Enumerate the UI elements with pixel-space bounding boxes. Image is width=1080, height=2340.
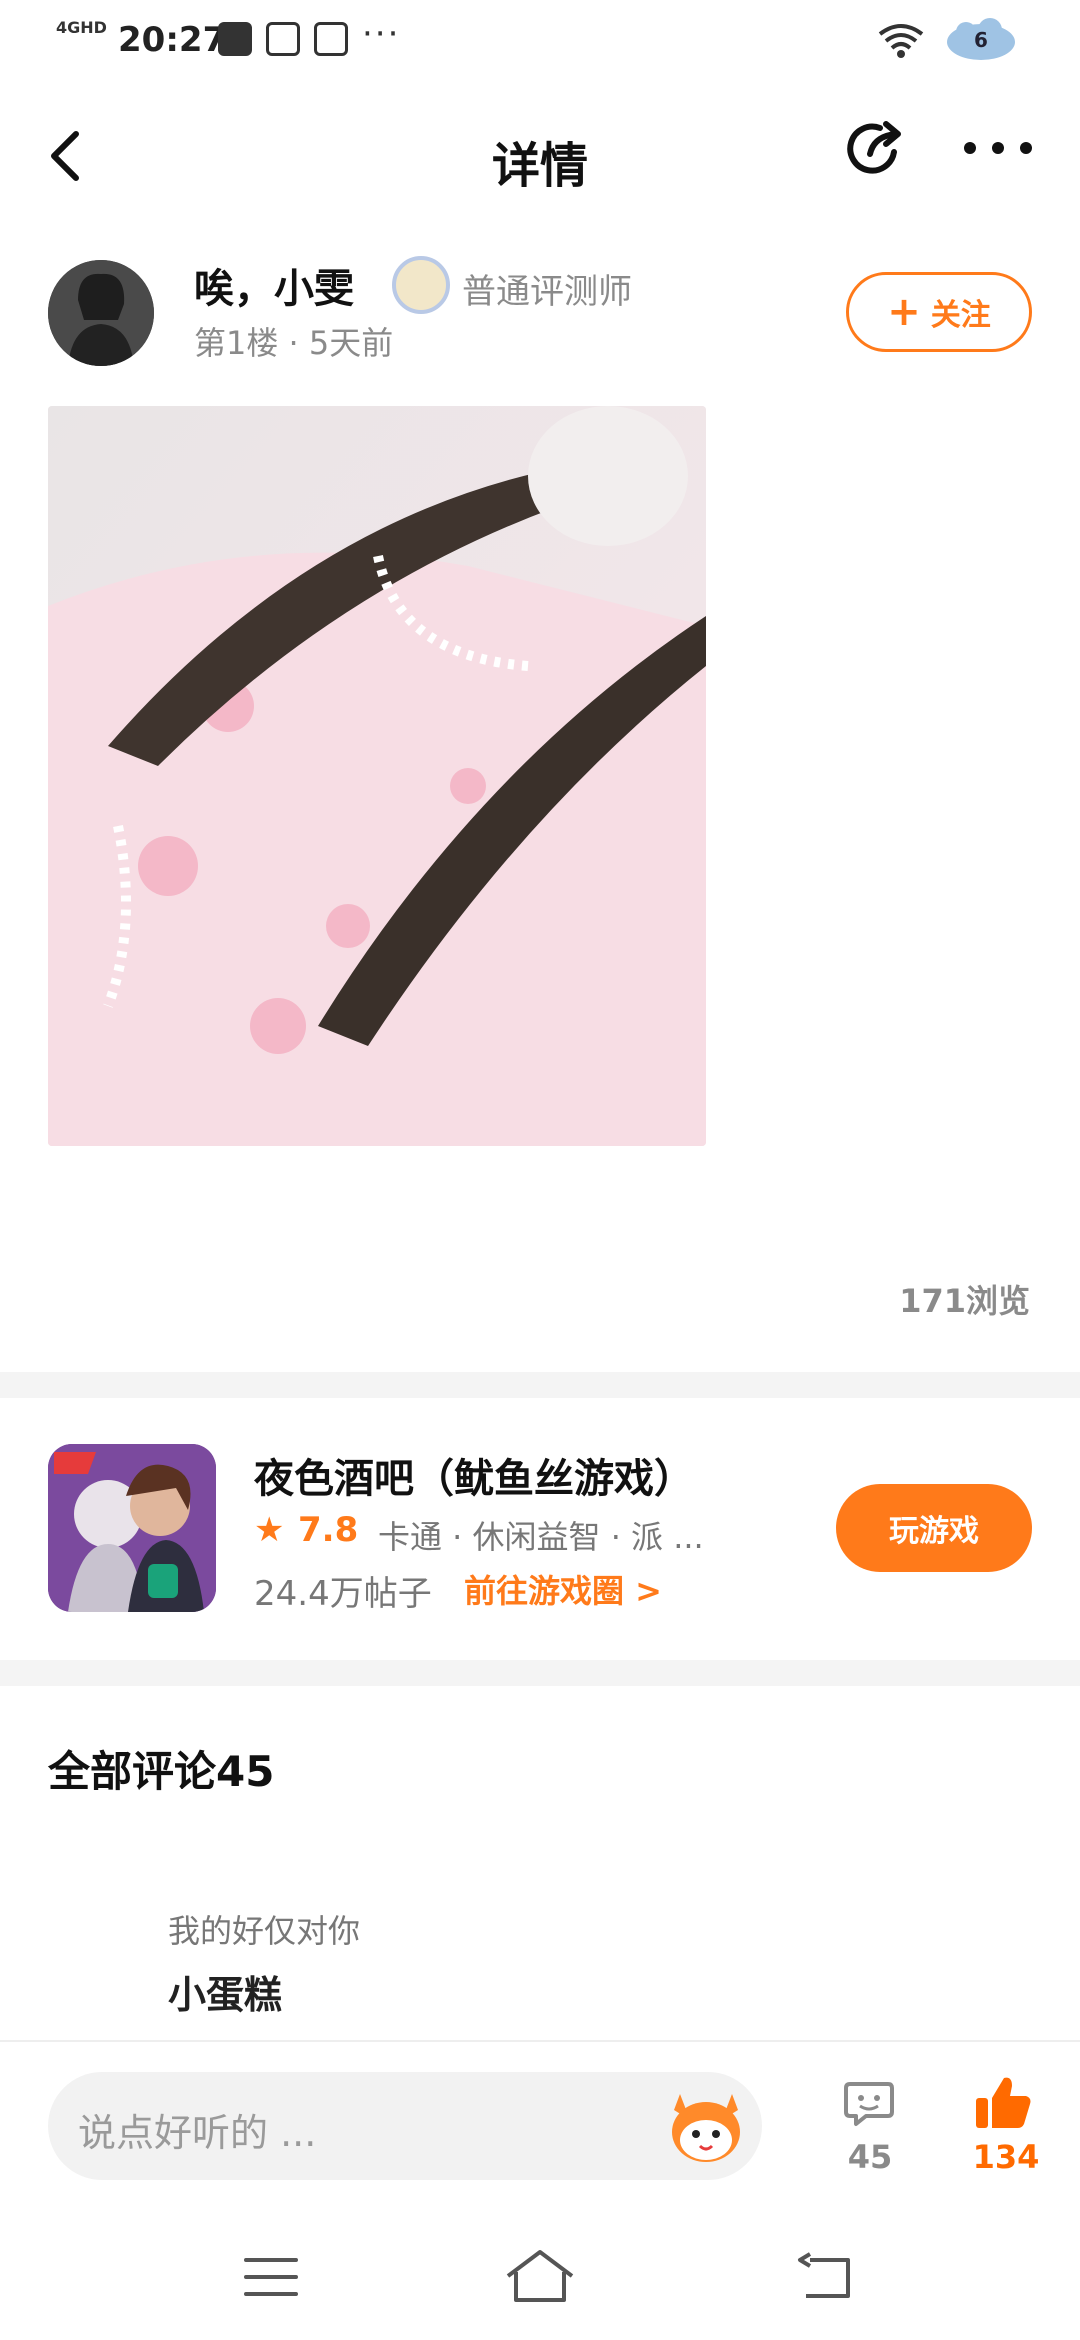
sim-notification-icon: [266, 22, 300, 56]
recent-apps-icon[interactable]: [244, 2256, 298, 2298]
author-badge-label: 普通评测师: [462, 272, 632, 312]
comment-icon[interactable]: [842, 2076, 896, 2130]
comment-reply-text: 我的好仅对你: [168, 1912, 361, 1950]
play-game-button[interactable]: 玩游戏: [836, 1484, 1032, 1572]
post-image[interactable]: [48, 406, 706, 1146]
thumbs-up-icon[interactable]: [974, 2074, 1032, 2132]
like-count: 134: [972, 2138, 1040, 2176]
view-count: 171浏览: [899, 1282, 1030, 1320]
top-nav-bar: 详情: [0, 90, 1080, 220]
plus-icon: +: [887, 289, 921, 335]
system-back-icon[interactable]: [796, 2252, 852, 2300]
battery-level: 6: [974, 28, 988, 52]
more-options-icon[interactable]: [958, 128, 1038, 168]
wifi-icon: [878, 24, 924, 58]
emoji-mascot-icon[interactable]: [666, 2090, 746, 2164]
game-circle-link[interactable]: 前往游戏圈 >: [464, 1566, 662, 1612]
game-rating: 7.8: [298, 1510, 359, 1550]
share-icon[interactable]: [840, 114, 910, 184]
more-notifications-icon: ···: [362, 14, 401, 54]
author-avatar[interactable]: [48, 260, 154, 366]
star-icon: ★: [254, 1510, 285, 1550]
sim-notification-icon-2: [314, 22, 348, 56]
home-icon[interactable]: [504, 2248, 576, 2304]
follow-label: 关注: [930, 298, 991, 333]
comments-header: 全部评论45: [48, 1747, 275, 1796]
status-bar: 4GHD 20:27 ··· 6: [0, 0, 1080, 90]
section-divider: [0, 1660, 1080, 1686]
bottom-bar-divider: [0, 2040, 1080, 2042]
comment-count: 45: [847, 2138, 893, 2176]
page-title: 详情: [491, 138, 588, 194]
game-tags: 卡通 · 休闲益智 · 派 ...: [378, 1518, 704, 1556]
game-title[interactable]: 夜色酒吧（鱿鱼丝游戏）: [254, 1446, 694, 1504]
network-indicator: 4GHD: [56, 18, 107, 37]
reviewer-badge-icon: [392, 256, 450, 314]
section-divider: [0, 1372, 1080, 1398]
message-notification-icon: [218, 22, 252, 56]
game-icon[interactable]: [48, 1444, 216, 1612]
status-time: 20:27: [118, 20, 227, 60]
post-meta: 第1楼 · 5天前: [194, 324, 394, 362]
game-post-count: 24.4万帖子: [254, 1574, 432, 1614]
battery-icon: 6: [944, 18, 1018, 64]
comment-input-placeholder[interactable]: 说点好听的 ...: [78, 2102, 316, 2157]
follow-button[interactable]: + 关注: [846, 272, 1032, 352]
comment-user-name[interactable]: 小蛋糕: [168, 1964, 282, 2019]
author-name[interactable]: 唉，小雯: [194, 256, 354, 314]
